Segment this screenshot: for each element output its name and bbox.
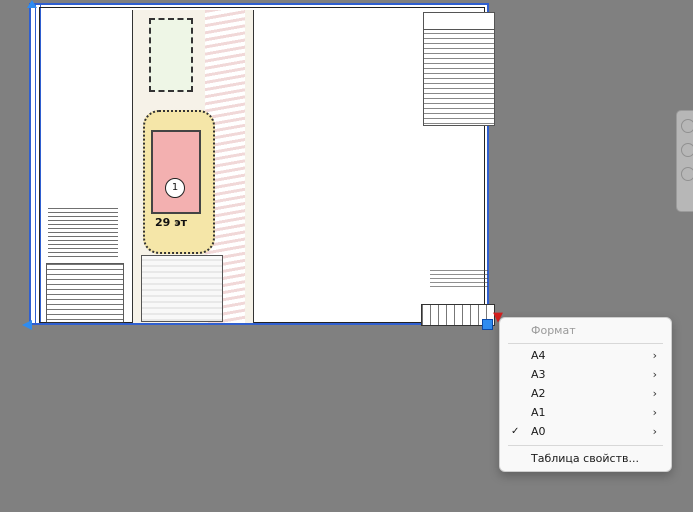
building-number: 1: [165, 178, 185, 198]
menu-item-label: А4: [531, 349, 546, 362]
grip-left-triangle-icon[interactable]: [22, 320, 32, 330]
layout-sheet[interactable]: 1 29 эт: [29, 3, 495, 326]
menu-item-label: А0: [531, 425, 546, 438]
menu-item-a0[interactable]: ✓ А0 ›: [504, 422, 667, 441]
legend-table: [423, 12, 495, 126]
menu-item-a4[interactable]: А4 ›: [504, 346, 667, 365]
floors-label: 29 эт: [155, 216, 188, 229]
pan-icon[interactable]: [681, 143, 693, 157]
wheel-icon[interactable]: [681, 119, 693, 133]
grip-top-triangle-icon[interactable]: [27, 0, 37, 8]
chevron-right-icon: ›: [652, 368, 657, 381]
left-stamp-table: [46, 263, 124, 323]
plan-viewport[interactable]: 1 29 эт: [132, 10, 254, 323]
chevron-right-icon: ›: [652, 349, 657, 362]
menu-item-properties[interactable]: Таблица свойств...: [504, 449, 667, 468]
plot-top: [149, 18, 193, 92]
menu-separator: [508, 445, 663, 446]
drawing-canvas[interactable]: 1 29 эт ▼ ➤ Формат А4 › А3 ›: [0, 0, 693, 512]
menu-title: Формат: [531, 324, 576, 337]
menu-item-a1[interactable]: А1 ›: [504, 403, 667, 422]
menu-item-a2[interactable]: А2 ›: [504, 384, 667, 403]
chevron-right-icon: ›: [652, 406, 657, 419]
grip-corner-square-icon[interactable]: [482, 319, 493, 330]
chevron-right-icon: ›: [652, 425, 657, 438]
drawing-frame: 1 29 эт: [39, 7, 495, 326]
menu-item-label: Таблица свойств...: [531, 452, 639, 465]
plot-bottom: [141, 255, 223, 322]
zoom-icon[interactable]: [681, 167, 693, 181]
general-notes-block: [48, 208, 118, 258]
building-footprint: [151, 130, 201, 214]
menu-item-a3[interactable]: А3 ›: [504, 365, 667, 384]
check-icon: ✓: [511, 426, 520, 437]
menu-item-label: А1: [531, 406, 546, 419]
right-note-block: [430, 270, 488, 290]
legend-header: [424, 13, 494, 30]
chevron-right-icon: ›: [652, 387, 657, 400]
grip-context-menu: Формат А4 › А3 › А2 › А1 › ✓ А0 › Таблиц…: [499, 317, 672, 472]
menu-item-label: А3: [531, 368, 546, 381]
menu-item-label: А2: [531, 387, 546, 400]
navigation-bar[interactable]: [676, 110, 693, 212]
menu-separator: [508, 343, 663, 344]
